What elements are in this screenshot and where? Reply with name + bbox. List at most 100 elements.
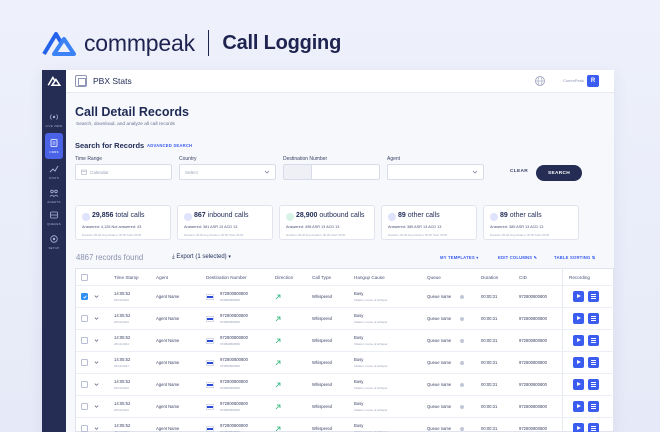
- select-all-checkbox[interactable]: [81, 274, 88, 281]
- play-recording-button[interactable]: [573, 423, 584, 432]
- globe-icon[interactable]: [534, 75, 546, 87]
- time-range-label: Time Range: [75, 156, 103, 162]
- sidebar-item-label: STATS: [48, 176, 60, 180]
- chevron-down-icon[interactable]: [94, 382, 99, 387]
- row-checkbox[interactable]: [81, 403, 88, 410]
- table-row[interactable]: 14:05:52 26/11/2024 Agent Name 972800800800…: [76, 395, 614, 417]
- chevron-down-icon[interactable]: [94, 338, 99, 343]
- sidebar-item-queues[interactable]: QUEUES: [42, 205, 66, 231]
- transcript-button[interactable]: [588, 423, 599, 432]
- country-select[interactable]: Select: [179, 164, 276, 180]
- stat-card-total: 29,856 total calls Answered: 4,126 Not a…: [75, 205, 171, 240]
- advanced-search-link[interactable]: ADVANCED SEARCH: [147, 143, 192, 148]
- time-range-input[interactable]: Calendar: [75, 164, 172, 180]
- transcript-button[interactable]: [588, 335, 599, 346]
- column-header[interactable]: CID: [519, 275, 527, 280]
- info-icon[interactable]: [460, 405, 464, 409]
- row-checkbox[interactable]: [81, 337, 88, 344]
- main-content: Call Detail Records Search, download, an…: [66, 93, 614, 432]
- transcript-button[interactable]: [588, 379, 599, 390]
- row-checkbox[interactable]: [81, 425, 88, 432]
- transcript-button[interactable]: [588, 401, 599, 412]
- row-time: 14:05:52: [114, 335, 131, 340]
- clear-button[interactable]: CLEAR: [510, 169, 528, 174]
- sidebar-item-stats[interactable]: STATS: [42, 159, 66, 185]
- play-recording-button[interactable]: [573, 379, 584, 390]
- info-icon[interactable]: [460, 295, 464, 299]
- row-time: 14:05:52: [114, 401, 131, 406]
- stat-card-inbound: 867 inbound calls Answered: 381 ASR 13 A…: [177, 205, 273, 240]
- table-row[interactable]: 14:05:52 26/11/2024 Agent Name 972800800800…: [76, 373, 614, 395]
- column-header[interactable]: Time Stamp: [114, 275, 139, 280]
- info-icon[interactable]: [460, 361, 464, 365]
- table-row[interactable]: 14:05:52 26/11/2024 Agent Name 972800800800…: [76, 329, 614, 351]
- edit-columns-button[interactable]: EDIT COLUMNS ✎: [498, 255, 537, 260]
- search-button[interactable]: SEARCH: [536, 165, 582, 181]
- row-checkbox[interactable]: [81, 381, 88, 388]
- play-recording-button[interactable]: [573, 313, 584, 324]
- row-checkbox[interactable]: [81, 359, 88, 366]
- play-recording-button[interactable]: [573, 357, 584, 368]
- table-row[interactable]: 14:05:52 26/11/2024 Agent Name 972800800800…: [76, 285, 614, 307]
- column-header[interactable]: Hangup Cause: [354, 275, 385, 280]
- column-header[interactable]: Agent: [156, 275, 168, 280]
- info-icon[interactable]: [460, 427, 464, 431]
- row-cid: 972800800800: [519, 404, 547, 409]
- chevron-down-icon[interactable]: [94, 360, 99, 365]
- destination-input[interactable]: [283, 164, 380, 180]
- stat-count: 28,900: [296, 212, 318, 219]
- row-date: 26/11/2024: [114, 386, 129, 390]
- destination-country-code[interactable]: [284, 165, 312, 179]
- row-time: 14:05:52: [114, 423, 131, 428]
- chevron-down-icon[interactable]: [94, 294, 99, 299]
- my-templates-button[interactable]: MY TEMPLATES ▾: [440, 255, 479, 260]
- info-icon[interactable]: [460, 317, 464, 321]
- stat-card-outbound: 28,900 outbound calls Answered: 498 ASR …: [279, 205, 375, 240]
- chevron-down-icon[interactable]: [94, 426, 99, 431]
- stat-card-other: 89 other calls Answered: 385 ASR 13 ACD …: [381, 205, 477, 240]
- brand-divider: [207, 30, 210, 56]
- sidebar-item-live-view[interactable]: LIVE VIEW: [42, 107, 66, 133]
- agent-select[interactable]: [387, 164, 484, 180]
- stat-detail: Answered: 381 ASR 13 ACD 13: [184, 225, 238, 229]
- row-checkbox[interactable]: [81, 293, 88, 300]
- transcript-button[interactable]: [588, 357, 599, 368]
- column-header[interactable]: Duration: [481, 275, 498, 280]
- column-header[interactable]: Destination Number: [206, 275, 247, 280]
- row-cid: 972800800800: [519, 426, 547, 431]
- transcript-button[interactable]: [588, 291, 599, 302]
- play-recording-button[interactable]: [573, 335, 584, 346]
- country-label: Country: [179, 156, 197, 162]
- cdr-icon: [50, 139, 58, 147]
- sidebar-item-setup[interactable]: SETUP: [42, 229, 66, 255]
- chevron-down-icon[interactable]: [94, 316, 99, 321]
- sidebar-item-cdrs[interactable]: CDRS: [45, 133, 63, 159]
- row-checkbox[interactable]: [81, 315, 88, 322]
- row-hangup-sub: Initiator: name of whisper: [354, 386, 388, 390]
- table-row[interactable]: 14:05:52 26/11/2024 Agent Name 972800800800…: [76, 351, 614, 373]
- other-phone-icon: [388, 213, 396, 221]
- info-icon[interactable]: [460, 383, 464, 387]
- user-name[interactable]: CommPeak: [563, 78, 584, 83]
- table-row[interactable]: 14:05:52 26/11/2024 Agent Name 972800800800…: [76, 417, 614, 432]
- row-hangup-sub: Initiator: name of whisper: [354, 298, 388, 302]
- chevron-down-icon[interactable]: [94, 404, 99, 409]
- play-recording-button[interactable]: [573, 401, 584, 412]
- export-button[interactable]: ⤓ Export (1 selected) ▾: [172, 254, 231, 261]
- table-sorting-button[interactable]: TABLE SORTING ⇅: [554, 255, 596, 260]
- avatar[interactable]: R: [587, 75, 599, 87]
- info-icon[interactable]: [460, 339, 464, 343]
- column-header[interactable]: Direction: [275, 275, 293, 280]
- sidebar-logo-icon[interactable]: [47, 76, 61, 86]
- stat-detail: Answered: 4,126 Not answered: 43: [82, 225, 142, 229]
- play-recording-button[interactable]: [573, 291, 584, 302]
- table-row[interactable]: 14:05:52 26/11/2024 Agent Name 972800800800…: [76, 307, 614, 329]
- app-window: LIVE VIEW CDRS STATS AGENTS QUEUES SETUP…: [42, 70, 614, 432]
- stat-label: total calls: [115, 212, 145, 219]
- column-header[interactable]: Call Type: [312, 275, 331, 280]
- export-label: Export (1 selected): [176, 254, 227, 260]
- other-phone-icon: [490, 213, 498, 221]
- column-header[interactable]: Queue: [427, 275, 441, 280]
- transcript-button[interactable]: [588, 313, 599, 324]
- time-range-placeholder: Calendar: [90, 170, 109, 175]
